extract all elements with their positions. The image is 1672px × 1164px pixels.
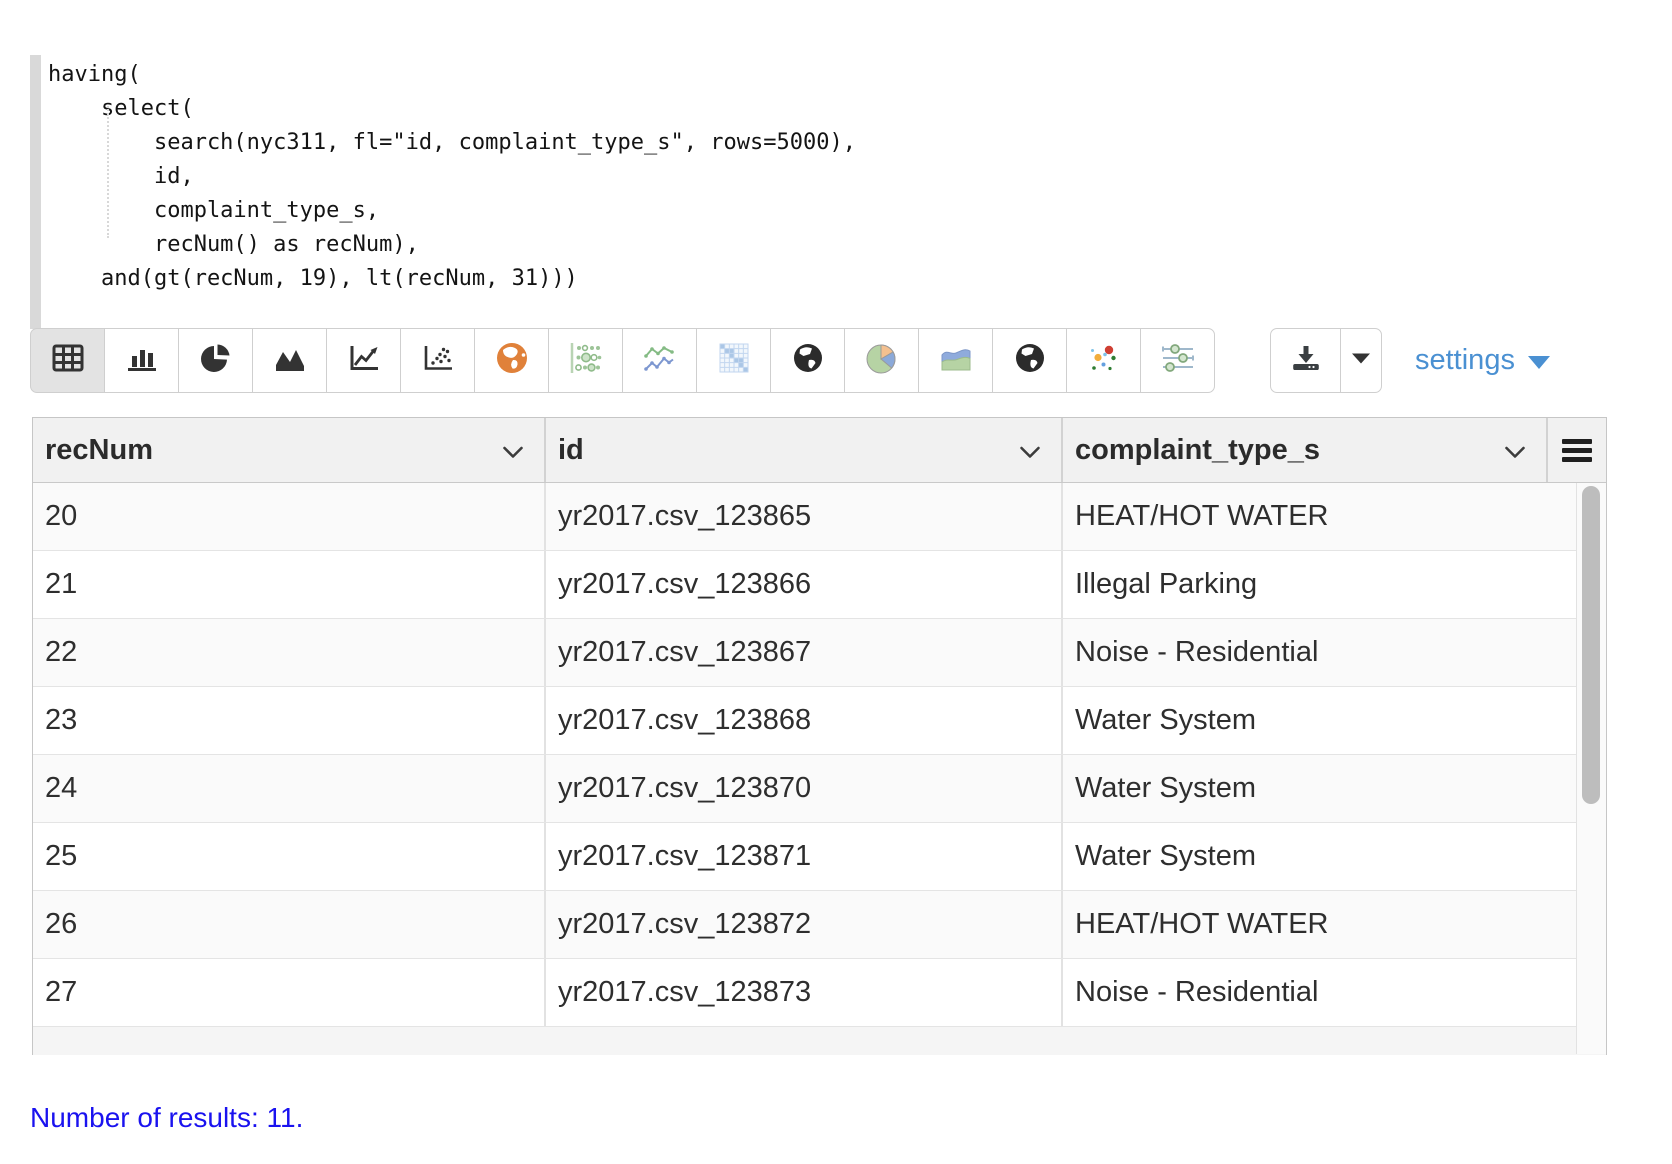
table-header-row: recNum id complaint_type_s — [33, 418, 1606, 483]
cell-id: yr2017.csv_123865 — [546, 483, 1063, 550]
table-body: 20yr2017.csv_123865HEAT/HOT WATER21yr201… — [33, 483, 1576, 1027]
cell-recNum: 26 — [33, 891, 546, 958]
scatter-color-icon — [1086, 341, 1122, 380]
settings-label: settings — [1415, 344, 1515, 377]
cell-recNum: 22 — [33, 619, 546, 686]
cell-complaint_type_s: Illegal Parking — [1063, 551, 1576, 618]
area-chart-icon — [273, 343, 307, 378]
vertical-scrollbar-track[interactable] — [1576, 483, 1606, 1054]
bubble-grid-button[interactable] — [548, 328, 623, 393]
pie-chart-button[interactable] — [178, 328, 253, 393]
cell-id: yr2017.csv_123872 — [546, 891, 1063, 958]
table-row[interactable]: 24yr2017.csv_123870Water System — [33, 755, 1576, 823]
cell-id: yr2017.csv_123871 — [546, 823, 1063, 890]
visualization-toolbar — [30, 328, 1215, 393]
area-chart-color-icon — [938, 342, 974, 379]
area-chart-color-button[interactable] — [918, 328, 993, 393]
cell-complaint_type_s: Noise - Residential — [1063, 619, 1576, 686]
bubble-grid-icon — [568, 341, 604, 380]
chevron-down-icon[interactable] — [1019, 434, 1041, 467]
cell-complaint_type_s: HEAT/HOT WATER — [1063, 891, 1576, 958]
cell-id: yr2017.csv_123870 — [546, 755, 1063, 822]
settings-dropdown[interactable]: settings — [1415, 328, 1550, 393]
table-view-button[interactable] — [30, 328, 105, 393]
vertical-scrollbar-thumb[interactable] — [1582, 486, 1600, 804]
cell-id: yr2017.csv_123873 — [546, 959, 1063, 1026]
hamburger-menu-icon — [1562, 435, 1592, 466]
settings-caret-icon — [1528, 356, 1550, 369]
query-code-block[interactable]: having( select( search(nyc311, fl="id, c… — [30, 55, 1228, 329]
cell-id: yr2017.csv_123868 — [546, 687, 1063, 754]
cell-recNum: 23 — [33, 687, 546, 754]
table-row[interactable]: 27yr2017.csv_123873Noise - Residential — [33, 959, 1576, 1027]
table-row[interactable]: 25yr2017.csv_123871Water System — [33, 823, 1576, 891]
cell-complaint_type_s: Water System — [1063, 823, 1576, 890]
download-icon — [1291, 344, 1321, 377]
chevron-down-icon[interactable] — [502, 434, 524, 467]
scatter-plot-icon — [421, 343, 455, 378]
bar-chart-button[interactable] — [104, 328, 179, 393]
results-count-text: Number of results: 11. — [30, 1102, 303, 1134]
multi-line-chart-button[interactable] — [622, 328, 697, 393]
line-chart-icon — [347, 343, 381, 378]
cell-id: yr2017.csv_123866 — [546, 551, 1063, 618]
cell-id: yr2017.csv_123867 — [546, 619, 1063, 686]
caret-down-icon — [1350, 352, 1372, 370]
pie-chart-icon — [200, 342, 232, 379]
column-header-id[interactable]: id — [546, 418, 1063, 482]
column-header-recnum[interactable]: recNum — [33, 418, 546, 482]
download-options-button[interactable] — [1340, 328, 1382, 393]
table-icon — [51, 343, 85, 378]
globe-orange-icon — [494, 340, 530, 381]
heatmap-button[interactable] — [696, 328, 771, 393]
parallel-sliders-icon — [1160, 341, 1196, 380]
parallel-sliders-button[interactable] — [1140, 328, 1215, 393]
cell-recNum: 20 — [33, 483, 546, 550]
table-row[interactable]: 23yr2017.csv_123868Water System — [33, 687, 1576, 755]
area-chart-button[interactable] — [252, 328, 327, 393]
heatmap-icon — [717, 341, 751, 380]
line-chart-button[interactable] — [326, 328, 401, 393]
table-bottom-strip — [33, 1027, 1606, 1055]
cell-complaint_type_s: Water System — [1063, 687, 1576, 754]
scatter-color-button[interactable] — [1066, 328, 1141, 393]
column-label: complaint_type_s — [1075, 434, 1320, 467]
cell-complaint_type_s: Noise - Residential — [1063, 959, 1576, 1026]
cell-recNum: 25 — [33, 823, 546, 890]
multi-line-chart-icon — [642, 341, 678, 380]
bar-chart-icon — [125, 343, 159, 378]
cell-complaint_type_s: HEAT/HOT WATER — [1063, 483, 1576, 550]
cell-recNum: 21 — [33, 551, 546, 618]
globe-black-2-button[interactable] — [992, 328, 1067, 393]
columns-menu-button[interactable] — [1548, 418, 1606, 482]
map-globe-orange-button[interactable] — [474, 328, 549, 393]
globe-black-2-icon — [1013, 341, 1047, 380]
cell-recNum: 24 — [33, 755, 546, 822]
globe-black-button[interactable] — [770, 328, 845, 393]
scatter-plot-button[interactable] — [400, 328, 475, 393]
column-label: recNum — [45, 434, 153, 467]
cell-complaint_type_s: Water System — [1063, 755, 1576, 822]
pie-chart-color-icon — [864, 340, 900, 381]
table-row[interactable]: 26yr2017.csv_123872HEAT/HOT WATER — [33, 891, 1576, 959]
indent-guide-line — [107, 106, 109, 238]
table-row[interactable]: 21yr2017.csv_123866Illegal Parking — [33, 551, 1576, 619]
column-header-complaint-type[interactable]: complaint_type_s — [1063, 418, 1548, 482]
column-label: id — [558, 434, 584, 467]
pie-chart-color-button[interactable] — [844, 328, 919, 393]
table-row[interactable]: 22yr2017.csv_123867Noise - Residential — [33, 619, 1576, 687]
download-button[interactable] — [1270, 328, 1341, 393]
cell-recNum: 27 — [33, 959, 546, 1026]
chevron-down-icon[interactable] — [1504, 434, 1526, 467]
globe-black-icon — [791, 341, 825, 380]
table-row[interactable]: 20yr2017.csv_123865HEAT/HOT WATER — [33, 483, 1576, 551]
download-split-button — [1270, 328, 1382, 393]
results-table: recNum id complaint_type_s 20yr2017.csv_… — [32, 417, 1607, 1055]
